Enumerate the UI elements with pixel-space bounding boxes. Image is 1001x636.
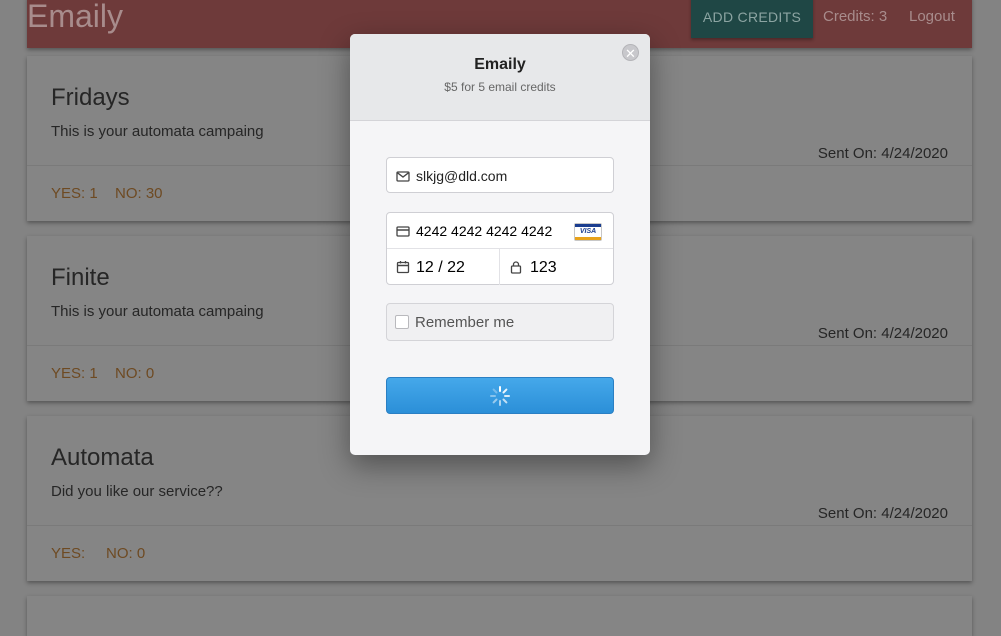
- survey-title: Automata: [51, 444, 154, 471]
- mail-icon: [396, 171, 410, 182]
- email-field[interactable]: slkjg@dld.com: [386, 157, 614, 193]
- lock-icon: [510, 261, 522, 274]
- expiry-field[interactable]: 12 / 22: [387, 249, 499, 285]
- calendar-icon: [396, 261, 410, 274]
- survey-body: This is your automata campaing: [51, 123, 264, 140]
- expiry-value: 12 / 22: [416, 259, 465, 276]
- checkout-title: Emaily: [474, 56, 526, 73]
- card-details: 4242 4242 4242 4242 VISA 12 / 22 123: [386, 212, 614, 285]
- remember-me-toggle[interactable]: Remember me: [386, 303, 614, 341]
- logout-link[interactable]: Logout: [909, 8, 955, 25]
- cvc-field[interactable]: 123: [500, 249, 613, 285]
- credits-count: Credits: 3: [823, 8, 888, 25]
- survey-sent-date: Sent On: 4/24/2020: [817, 325, 948, 342]
- checkout-header: Emaily $5 for 5 email credits ✕: [350, 34, 650, 121]
- visa-logo: VISA: [574, 223, 602, 241]
- brand-logo[interactable]: Emaily: [27, 0, 123, 35]
- survey-title: Fridays: [51, 84, 130, 111]
- survey-title: Finite: [51, 264, 110, 291]
- checkout-subtitle: $5 for 5 email credits: [444, 80, 556, 94]
- add-credits-button[interactable]: Add Credits: [691, 0, 813, 38]
- survey-yes-count: YES:: [51, 545, 86, 562]
- survey-card: [27, 596, 972, 636]
- checkout-modal: Emaily $5 for 5 email credits ✕ slkjg@dl…: [350, 34, 650, 455]
- card-brand-label: VISA: [579, 228, 597, 235]
- pay-button[interactable]: [386, 377, 614, 414]
- email-value: slkjg@dld.com: [416, 168, 508, 184]
- survey-sent-date: Sent On: 4/24/2020: [817, 505, 948, 522]
- card-divider: [27, 525, 972, 526]
- survey-sent-date: Sent On: 4/24/2020: [817, 145, 948, 162]
- survey-no-count: NO: 30: [115, 185, 163, 202]
- remember-me-label: Remember me: [415, 314, 515, 331]
- close-icon[interactable]: ✕: [622, 44, 639, 61]
- visa-stripe-top: [575, 224, 601, 227]
- remember-me-checkbox[interactable]: [395, 315, 409, 329]
- survey-yes-count: YES: 1: [51, 365, 98, 382]
- card-number-field[interactable]: 4242 4242 4242 4242 VISA: [387, 213, 613, 248]
- survey-body: This is your automata campaing: [51, 303, 264, 320]
- survey-no-count: NO: 0: [115, 365, 155, 382]
- survey-body: Did you like our service??: [51, 483, 223, 500]
- card-number-value: 4242 4242 4242 4242: [416, 223, 553, 239]
- visa-stripe-bottom: [575, 237, 601, 240]
- credit-card-icon: [396, 226, 410, 237]
- spinner-icon: [490, 386, 510, 406]
- survey-yes-count: YES: 1: [51, 185, 98, 202]
- survey-no-count: NO: 0: [106, 545, 146, 562]
- cvc-value: 123: [530, 259, 557, 276]
